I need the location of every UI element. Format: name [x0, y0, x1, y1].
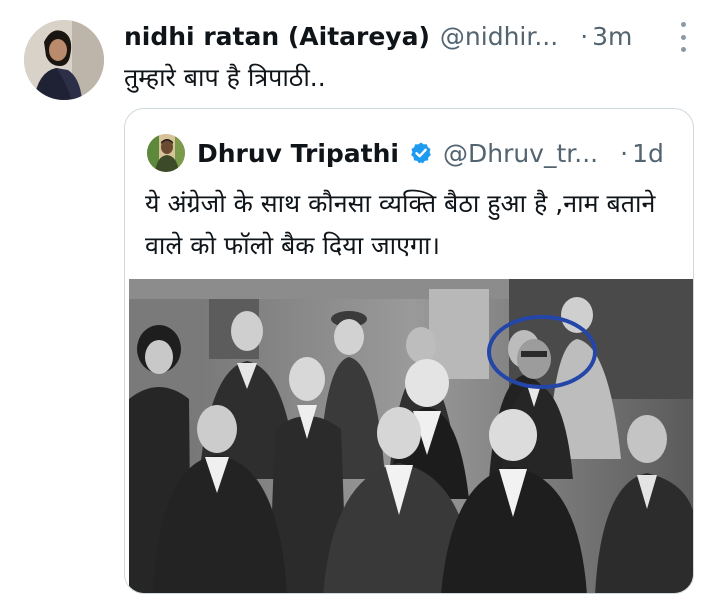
- quoted-author-avatar[interactable]: [147, 134, 185, 172]
- author-avatar[interactable]: [24, 20, 104, 100]
- quoted-author-name[interactable]: Dhruv Tripathi: [197, 139, 399, 168]
- more-vertical-icon[interactable]: [676, 22, 690, 52]
- author-name[interactable]: nidhi ratan (Aitareya): [124, 22, 430, 51]
- group-photo: [129, 279, 693, 593]
- quoted-tweet-text: ये अंग्रेजो के साथ कौनसा व्यक्ति बैठा हु…: [145, 189, 656, 260]
- quoted-timestamp[interactable]: 1d: [632, 139, 664, 168]
- quoted-author-handle[interactable]: @Dhruv_tr...: [443, 139, 598, 168]
- quoted-tweet-card[interactable]: Dhruv Tripathi @Dhruv_tr... · 1d ये अंग्…: [124, 108, 694, 594]
- tweet-text: तुम्हारे बाप है त्रिपाठी..: [124, 63, 326, 92]
- separator-dot: ·: [580, 21, 589, 51]
- author-handle[interactable]: @nidhir...: [440, 22, 558, 51]
- quoted-tweet-header: Dhruv Tripathi @Dhruv_tr... · 1d: [147, 133, 664, 173]
- verified-badge-icon: [409, 141, 433, 165]
- timestamp[interactable]: 3m: [592, 22, 632, 51]
- tweet-header: nidhi ratan (Aitareya) @nidhir... · 3m: [124, 18, 694, 54]
- quoted-tweet-image[interactable]: [129, 279, 693, 593]
- quoted-separator-dot: ·: [620, 138, 629, 168]
- user-avatar-image: [24, 20, 104, 100]
- quoted-avatar-image: [147, 134, 185, 172]
